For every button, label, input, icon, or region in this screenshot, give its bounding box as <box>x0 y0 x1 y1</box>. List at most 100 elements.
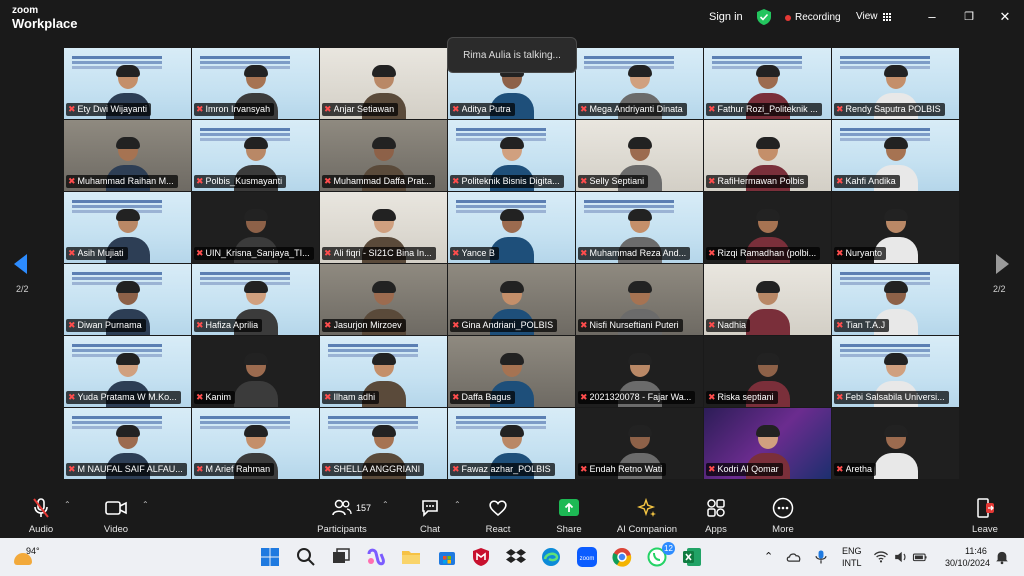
restore-icon[interactable]: ❐ <box>960 8 978 26</box>
participant-tile[interactable]: ✖ Muhammad Reza And... <box>576 192 703 263</box>
participant-tile[interactable]: ✖ Diwan Purnama <box>64 264 191 335</box>
participant-name-tag: ✖ Aretha <box>834 463 877 476</box>
participant-tile[interactable]: ✖ Kahfi Andika <box>832 120 959 191</box>
participant-tile[interactable]: ✖ Jasurjon Mirzoev <box>320 264 447 335</box>
participant-tile[interactable]: ✖ Nuryanto <box>832 192 959 263</box>
participant-tile[interactable]: ✖ SHELLA ANGGRIANI <box>320 408 447 479</box>
react-button[interactable]: React <box>463 492 533 538</box>
mcafee-icon[interactable] <box>470 546 492 568</box>
participant-tile[interactable]: ✖ Aretha <box>832 408 959 479</box>
chat-options-chevron-icon[interactable]: ⌃ <box>454 500 461 509</box>
wifi-icon[interactable] <box>873 546 889 568</box>
video-options-chevron-icon[interactable]: ⌃ <box>142 500 149 509</box>
participant-name: Muhammad Reza And... <box>589 248 687 258</box>
audio-button[interactable]: Audio <box>6 492 76 538</box>
dropbox-icon[interactable] <box>505 546 527 568</box>
minimize-icon[interactable]: – <box>923 8 941 26</box>
participant-tile[interactable]: ✖ Polbis_Kusmayanti <box>192 120 319 191</box>
participant-tile[interactable]: ✖ Nadhia <box>704 264 831 335</box>
tray-overflow-chevron-icon[interactable]: ⌃ <box>764 550 773 563</box>
participant-tile[interactable]: ✖ Politeknik Bisnis Digita... <box>448 120 575 191</box>
shield-check-icon[interactable] <box>757 9 771 25</box>
participant-name-tag: ✖ Anjar Setiawan <box>322 103 399 116</box>
video-label: Video <box>103 524 129 535</box>
participant-tile[interactable]: ✖ Kodri Al Qomar <box>704 408 831 479</box>
onedrive-cloud-icon[interactable] <box>785 546 803 568</box>
leave-icon <box>977 498 994 518</box>
participants-options-chevron-icon[interactable]: ⌃ <box>382 500 389 509</box>
clock-date[interactable]: 30/10/2024 <box>945 558 990 568</box>
chat-button[interactable]: Chat <box>395 492 465 538</box>
page-indicator-left: 2/2 <box>16 284 29 294</box>
muted-mic-icon: ✖ <box>452 176 460 186</box>
participant-tile[interactable]: ✖ UIN_Krisna_Sanjaya_TI... <box>192 192 319 263</box>
participant-tile[interactable]: ✖ Anjar Setiawan <box>320 48 447 119</box>
file-explorer-icon[interactable] <box>400 546 422 568</box>
participant-tile[interactable]: ✖ M Arief Rahman <box>192 408 319 479</box>
windows-start-icon[interactable] <box>259 546 281 568</box>
participant-tile[interactable]: ✖ Imron Irvansyah <box>192 48 319 119</box>
participant-tile[interactable]: ✖ RafiHermawan Polbis <box>704 120 831 191</box>
excel-icon[interactable] <box>681 546 703 568</box>
notification-bell-icon[interactable] <box>994 546 1010 568</box>
task-view-icon[interactable] <box>330 546 352 568</box>
previous-page-icon[interactable] <box>14 254 27 274</box>
microphone-tray-icon[interactable] <box>812 546 830 568</box>
participant-tile[interactable]: ✖ Ali fiqri - SI21C Bina In... <box>320 192 447 263</box>
microsoft-store-icon[interactable] <box>436 546 458 568</box>
ai-companion-button[interactable]: AI Companion <box>611 492 683 538</box>
speaker-icon[interactable] <box>893 546 909 568</box>
muted-mic-icon: ✖ <box>836 392 844 402</box>
participant-name: Muhammad Daffa Prat... <box>333 176 432 186</box>
close-icon[interactable]: ✕ <box>996 8 1014 26</box>
apps-button[interactable]: Apps <box>681 492 751 538</box>
participant-tile[interactable]: ✖ Rizqi Ramadhan (polbi... <box>704 192 831 263</box>
participant-name-tag: ✖ UIN_Krisna_Sanjaya_TI... <box>194 247 314 260</box>
clock-time[interactable]: 11:46 <box>965 546 987 556</box>
view-button[interactable]: View <box>856 11 892 22</box>
participant-tile[interactable]: ✖ 2021320078 - Fajar Wa... <box>576 336 703 407</box>
participant-tile[interactable]: ✖ Endah Retno Wati <box>576 408 703 479</box>
participant-tile[interactable]: ✖ Kanim <box>192 336 319 407</box>
more-button[interactable]: More <box>748 492 818 538</box>
participant-tile[interactable]: ✖ Mega Andriyanti Dinata <box>576 48 703 119</box>
participant-tile[interactable]: ✖ Yuda Pratama W M.Ko... <box>64 336 191 407</box>
participant-tile[interactable]: ✖ Fawaz azhar_POLBIS <box>448 408 575 479</box>
participant-tile[interactable]: ✖ Muhammad Raihan M... <box>64 120 191 191</box>
participant-tile[interactable]: ✖ Febi Salsabila Universi... <box>832 336 959 407</box>
participant-tile[interactable]: ✖ Ety Dwi Wijayanti <box>64 48 191 119</box>
participant-tile[interactable]: ✖ M NAUFAL SAIF ALFAU... <box>64 408 191 479</box>
participant-name: RafiHermawan Polbis <box>717 176 805 186</box>
participant-tile[interactable]: ✖ Gina Andriani_POLBIS <box>448 264 575 335</box>
edge-icon[interactable] <box>540 546 562 568</box>
language-indicator[interactable]: ENG <box>842 546 862 556</box>
recording-indicator[interactable]: Recording <box>785 12 841 23</box>
weather-widget[interactable]: 94° <box>14 545 54 569</box>
sign-in-button[interactable]: Sign in <box>709 11 743 23</box>
more-icon <box>772 497 794 519</box>
participant-tile[interactable]: ✖ Selly Septiani <box>576 120 703 191</box>
search-icon[interactable] <box>295 546 317 568</box>
participant-tile[interactable]: ✖ Muhammad Daffa Prat... <box>320 120 447 191</box>
chrome-icon[interactable] <box>611 546 633 568</box>
participants-button[interactable]: Participants <box>307 492 377 538</box>
participant-tile[interactable]: ✖ Asih Mujiati <box>64 192 191 263</box>
participant-tile[interactable]: ✖ Tian T.A.J <box>832 264 959 335</box>
share-button[interactable]: Share <box>534 492 604 538</box>
video-button[interactable]: Video <box>81 492 151 538</box>
participant-tile[interactable]: ✖ Fathur Rozi_Politeknik ... <box>704 48 831 119</box>
keyboard-layout[interactable]: INTL <box>842 558 862 568</box>
leave-button[interactable]: Leave <box>950 492 1020 538</box>
participant-tile[interactable]: ✖ Rendy Saputra POLBIS <box>832 48 959 119</box>
audio-options-chevron-icon[interactable]: ⌃ <box>64 500 71 509</box>
participant-tile[interactable]: ✖ Yance B <box>448 192 575 263</box>
participant-tile[interactable]: ✖ Riska septiani <box>704 336 831 407</box>
participant-tile[interactable]: ✖ Ilham adhi <box>320 336 447 407</box>
copilot-icon[interactable] <box>365 546 387 568</box>
participant-tile[interactable]: ✖ Nisfi Nurseftiani Puteri <box>576 264 703 335</box>
next-page-icon[interactable] <box>996 254 1009 274</box>
zoom-app-icon[interactable]: zoom <box>576 546 598 568</box>
battery-icon[interactable] <box>912 546 928 568</box>
participant-tile[interactable]: ✖ Hafiza Aprilia <box>192 264 319 335</box>
participant-tile[interactable]: ✖ Daffa Bagus <box>448 336 575 407</box>
